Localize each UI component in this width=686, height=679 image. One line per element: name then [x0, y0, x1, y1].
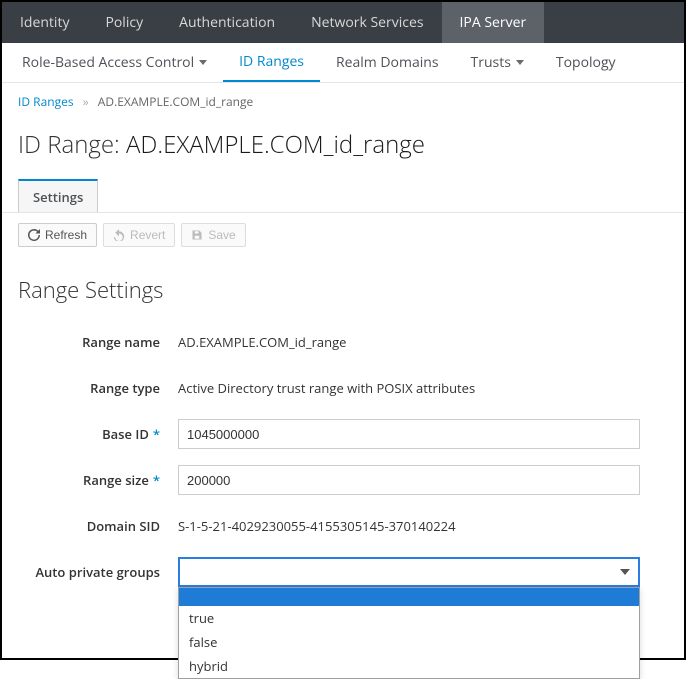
label-base-id: Base ID* — [18, 425, 178, 443]
value-range-name: AD.EXAMPLE.COM_id_range — [178, 333, 668, 351]
subnav-trusts[interactable]: Trusts — [455, 43, 540, 82]
save-label: Save — [208, 228, 235, 242]
row-range-type: Range type Active Directory trust range … — [18, 365, 668, 411]
row-domain-sid: Domain SID S-1-5-21-4029230055-415530514… — [18, 503, 668, 549]
select-box[interactable] — [178, 557, 640, 587]
row-range-size: Range size* — [18, 457, 668, 503]
input-range-size[interactable] — [178, 465, 640, 495]
subnav-realm-domains[interactable]: Realm Domains — [320, 43, 455, 82]
undo-icon — [113, 229, 125, 241]
breadcrumb-root[interactable]: ID Ranges — [18, 93, 74, 110]
value-domain-sid: S-1-5-21-4029230055-4155305145-370140224 — [178, 517, 668, 535]
topnav-identity[interactable]: Identity — [2, 2, 87, 43]
title-name: AD.EXAMPLE.COM_id_range — [126, 128, 425, 161]
save-button[interactable]: Save — [181, 223, 245, 247]
label-auto-private-groups: Auto private groups — [18, 557, 178, 581]
subnav-rbac[interactable]: Role-Based Access Control — [6, 43, 223, 82]
subnav-topology[interactable]: Topology — [540, 43, 632, 82]
label-range-size: Range size* — [18, 471, 178, 489]
revert-label: Revert — [130, 228, 165, 242]
inner-tabs: Settings — [2, 179, 684, 213]
row-auto-private-groups: Auto private groups true false hybrid — [18, 549, 668, 595]
refresh-button[interactable]: Refresh — [18, 223, 97, 247]
page-title: ID Range: AD.EXAMPLE.COM_id_range — [2, 114, 684, 179]
revert-button[interactable]: Revert — [103, 223, 175, 247]
subnav-label: Topology — [556, 53, 616, 72]
input-base-id[interactable] — [178, 419, 640, 449]
option-blank[interactable] — [179, 588, 639, 606]
title-prefix: ID Range: — [18, 128, 126, 161]
row-base-id: Base ID* — [18, 411, 668, 457]
subnav-label: Trusts — [471, 53, 511, 72]
subnav-label: ID Ranges — [239, 52, 304, 71]
tab-settings[interactable]: Settings — [18, 179, 98, 213]
refresh-label: Refresh — [45, 228, 87, 242]
value-range-type: Active Directory trust range with POSIX … — [178, 379, 668, 397]
label-domain-sid: Domain SID — [18, 517, 178, 535]
chevron-down-icon — [199, 60, 207, 65]
form: Range name AD.EXAMPLE.COM_id_range Range… — [2, 315, 684, 599]
select-dropdown: true false hybrid — [178, 587, 640, 679]
breadcrumb: ID Ranges » AD.EXAMPLE.COM_id_range — [2, 83, 684, 114]
breadcrumb-current: AD.EXAMPLE.COM_id_range — [98, 93, 253, 110]
sub-nav: Role-Based Access Control ID Ranges Real… — [2, 43, 684, 83]
label-range-type: Range type — [18, 379, 178, 397]
option-hybrid[interactable]: hybrid — [179, 654, 639, 678]
row-range-name: Range name AD.EXAMPLE.COM_id_range — [18, 319, 668, 365]
save-icon — [191, 229, 203, 241]
subnav-label: Role-Based Access Control — [22, 53, 194, 72]
subnav-id-ranges[interactable]: ID Ranges — [223, 43, 320, 82]
option-true[interactable]: true — [179, 606, 639, 630]
topnav-policy[interactable]: Policy — [87, 2, 161, 43]
chevron-down-icon — [516, 60, 524, 65]
breadcrumb-separator: » — [77, 93, 95, 110]
required-marker: * — [149, 471, 160, 489]
top-nav: Identity Policy Authentication Network S… — [2, 2, 684, 43]
select-auto-private-groups[interactable]: true false hybrid — [178, 557, 640, 587]
topnav-authentication[interactable]: Authentication — [161, 2, 293, 43]
section-heading: Range Settings — [2, 247, 684, 315]
topnav-ipa-server[interactable]: IPA Server — [442, 2, 545, 43]
chevron-down-icon — [620, 569, 630, 575]
toolbar: Refresh Revert Save — [2, 212, 684, 247]
topnav-network-services[interactable]: Network Services — [293, 2, 441, 43]
label-range-name: Range name — [18, 333, 178, 351]
option-false[interactable]: false — [179, 630, 639, 654]
required-marker: * — [149, 425, 160, 443]
refresh-icon — [28, 229, 40, 241]
subnav-label: Realm Domains — [336, 53, 439, 72]
